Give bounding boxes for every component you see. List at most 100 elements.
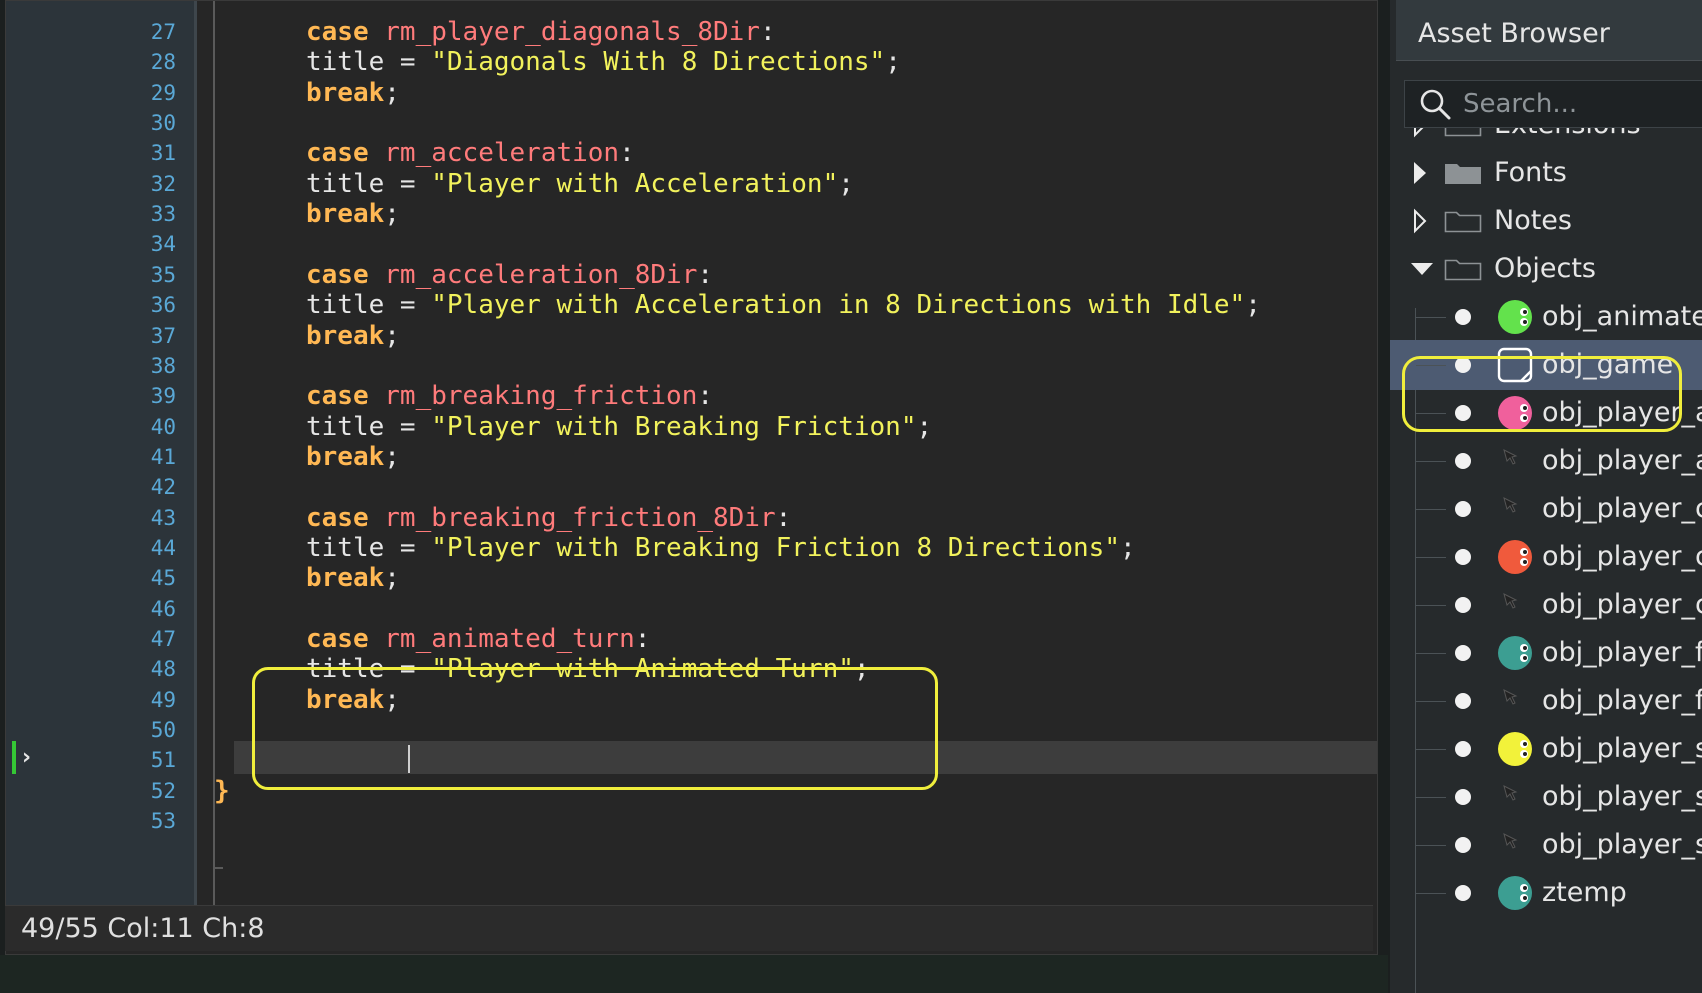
object-item[interactable]: obj_player_s [1390,724,1702,774]
object-item[interactable]: ztemp [1390,868,1702,918]
tree-branch-line [1416,893,1446,894]
code-line[interactable]: case rm_acceleration: [306,137,635,170]
fold-guide-end [213,867,223,869]
object-item[interactable]: obj_player_c [1390,484,1702,534]
line-number: 45 [150,566,176,590]
object-item[interactable]: obj_player_a [1390,436,1702,486]
green-ball-icon [1496,298,1534,336]
search-input[interactable] [1463,81,1702,127]
tree-branch-line [1416,605,1446,606]
code-line[interactable]: break; [306,441,400,474]
line-number: 32 [150,172,176,196]
tree-branch-line [1416,749,1446,750]
object-item[interactable]: obj_player_c [1390,580,1702,630]
code-line[interactable]: break; [306,320,400,353]
bullet-icon [1455,309,1471,325]
line-number: 34 [150,232,176,256]
code-string: "Player with Breaking Friction 8 Directi… [431,533,1120,563]
code-line[interactable]: title = "Player with Breaking Friction"; [306,411,932,444]
code-line[interactable]: case rm_breaking_friction_8Dir: [306,502,791,535]
code-line[interactable]: title = "Player with Breaking Friction 8… [306,532,1136,565]
code-punctuation: : [634,624,651,654]
caret-right-icon[interactable] [1410,196,1434,246]
tree-branch-line [1416,797,1446,798]
arrow-sprite-icon [1496,490,1534,528]
code-line[interactable]: break; [306,198,400,231]
line-number: 39 [150,384,176,408]
line-number: 52 [150,779,176,803]
object-item[interactable]: obj_animate [1390,292,1702,342]
line-number: 51 [150,748,176,772]
annotation-highlight-code [252,667,938,790]
changed-line-marker [12,741,16,774]
code-punctuation: ; [384,442,400,472]
code-assignment: title = [306,290,432,320]
code-line[interactable]: break; [306,77,400,110]
folder-extensions[interactable]: Extensions [1390,128,1702,150]
object-item[interactable]: obj_player_s [1390,772,1702,822]
current-line-arrow-icon: › [22,745,32,770]
object-item[interactable]: obj_player_f [1390,676,1702,726]
line-number: 47 [150,627,176,651]
caret-down-icon[interactable] [1410,244,1434,294]
code-identifier: rm_breaking_friction_8Dir [384,503,776,533]
workspace-bottom-strip [0,955,1388,993]
object-item[interactable]: obj_player_s [1390,820,1702,870]
asset-search-box[interactable] [1404,80,1702,128]
code-keyword: case [306,17,369,47]
code-assignment: title = [306,533,432,563]
code-editor[interactable]: › 27 case rm_player_diagonals_8Dir: 28 titl… [5,0,1378,955]
tree-branch-line [1416,317,1446,318]
code-keyword: case [306,138,369,168]
code-identifier: rm_acceleration [384,138,620,168]
bullet-icon [1455,789,1471,805]
code-line[interactable]: } [214,775,230,808]
code-punctuation: : [619,138,635,168]
object-label: obj_player_c [1542,589,1702,620]
tree-branch-line [1416,557,1446,558]
folder-label: Notes [1494,205,1572,236]
code-keyword: break [306,563,385,593]
folder-notes[interactable]: Notes [1390,196,1702,246]
line-number: 49 [150,688,176,712]
code-line[interactable]: case rm_player_diagonals_8Dir: [306,16,776,49]
code-punctuation: ; [838,169,854,199]
annotation-highlight-obj-game [1402,356,1682,432]
asset-browser-panel: Asset Browser Extensions Fonts Notes Object… [1390,0,1702,993]
arrow-sprite-icon [1496,442,1534,480]
code-line[interactable]: title = "Diagonals With 8 Directions"; [306,46,901,79]
bullet-icon [1455,837,1471,853]
code-punctuation: ; [384,199,400,229]
code-line[interactable]: title = "Player with Acceleration in 8 D… [306,289,1261,322]
caret-right-icon[interactable] [1410,128,1434,150]
object-label: obj_player_s [1542,733,1702,764]
line-number: 43 [150,506,176,530]
teal-ball-icon [1496,634,1534,672]
object-item[interactable]: obj_player_f [1390,628,1702,678]
line-number: 44 [150,536,176,560]
line-number: 46 [150,597,176,621]
line-number: 48 [150,657,176,681]
code-string: "Diagonals With 8 Directions" [431,47,886,77]
line-number: 27 [150,20,176,44]
folder-label: Fonts [1494,157,1567,188]
folder-objects[interactable]: Objects [1390,244,1702,294]
search-icon [1420,89,1451,120]
object-label: obj_player_f [1542,685,1702,716]
code-line[interactable]: case rm_acceleration_8Dir: [306,259,713,292]
line-number: 28 [150,50,176,74]
code-line[interactable]: case rm_animated_turn: [306,623,650,656]
asset-browser-header: Asset Browser [1396,0,1702,61]
code-keyword: break [306,321,385,351]
caret-right-icon[interactable] [1410,148,1434,198]
object-item[interactable]: obj_player_c [1390,532,1702,582]
code-line[interactable]: break; [306,562,400,595]
code-punctuation: : [775,503,792,533]
code-line[interactable]: title = "Player with Acceleration"; [306,168,854,201]
bullet-icon [1455,501,1471,517]
line-number: 42 [150,475,176,499]
folder-fonts[interactable]: Fonts [1390,148,1702,198]
code-punctuation: ; [916,412,933,442]
code-line[interactable]: case rm_breaking_friction: [306,380,713,413]
folder-label: Objects [1494,253,1597,284]
